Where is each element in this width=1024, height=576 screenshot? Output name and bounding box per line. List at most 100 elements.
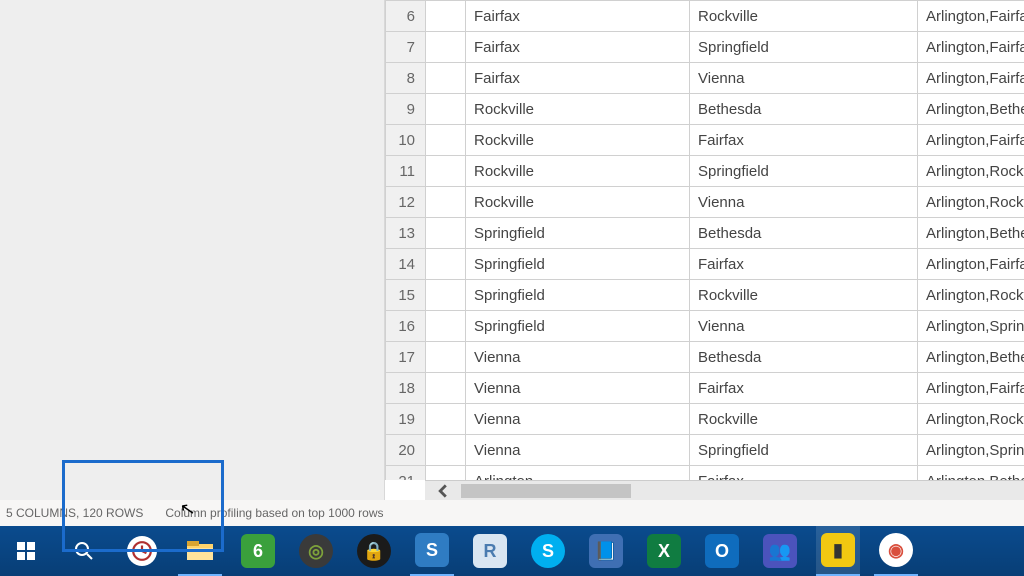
cell-col-a[interactable]: Vienna — [466, 373, 690, 404]
cell-col-c[interactable]: Arlington,Sprin — [918, 311, 1024, 342]
cell-col-c[interactable]: Arlington,Sprin — [918, 435, 1024, 466]
cell-col-a[interactable]: Rockville — [466, 187, 690, 218]
row-index[interactable]: 10 — [386, 125, 426, 156]
cell-col-c[interactable]: Arlington,Fairfa — [918, 1, 1024, 32]
table-row[interactable]: 10 RockvilleFairfaxArlington,Fairfa — [386, 125, 1024, 156]
cell-col-c[interactable]: Arlington,Bethe — [918, 94, 1024, 125]
row-index[interactable]: 6 — [386, 1, 426, 32]
cell-col-a[interactable]: Fairfax — [466, 1, 690, 32]
cell-col-b[interactable]: Rockville — [690, 404, 918, 435]
cell-gap[interactable] — [426, 32, 466, 63]
horizontal-scrollbar[interactable] — [425, 480, 1024, 500]
cell-col-a[interactable]: Vienna — [466, 342, 690, 373]
powerbi-icon[interactable]: ▮ — [816, 526, 860, 576]
cell-col-a[interactable]: Rockville — [466, 156, 690, 187]
cell-col-a[interactable]: Springfield — [466, 218, 690, 249]
file-explorer-icon[interactable] — [178, 526, 222, 576]
cell-col-b[interactable]: Springfield — [690, 435, 918, 466]
row-index[interactable]: 12 — [386, 187, 426, 218]
scroll-thumb[interactable] — [461, 484, 631, 498]
table-row[interactable]: 11 RockvilleSpringfieldArlington,Rockv — [386, 156, 1024, 187]
table-row[interactable]: 19 ViennaRockvilleArlington,Rockv — [386, 404, 1024, 435]
cell-col-c[interactable]: Arlington,Fairfa — [918, 125, 1024, 156]
cell-col-a[interactable]: Vienna — [466, 435, 690, 466]
cell-col-c[interactable]: Arlington,Rockv — [918, 156, 1024, 187]
table-row[interactable]: 13SpringfieldBethesdaArlington,Bethe — [386, 218, 1024, 249]
cell-gap[interactable] — [426, 373, 466, 404]
cell-col-a[interactable]: Fairfax — [466, 63, 690, 94]
cell-gap[interactable] — [426, 404, 466, 435]
row-index[interactable]: 16 — [386, 311, 426, 342]
excel-icon[interactable]: X — [642, 530, 686, 572]
cell-col-b[interactable]: Fairfax — [690, 125, 918, 156]
table-row[interactable]: 18 ViennaFairfaxArlington,Fairfa — [386, 373, 1024, 404]
cell-gap[interactable] — [426, 342, 466, 373]
cell-col-c[interactable]: Arlington,Bethe — [918, 342, 1024, 373]
cell-col-a[interactable]: Fairfax — [466, 32, 690, 63]
data-table[interactable]: 6FairfaxRockvilleArlington,Fairfa7Fairfa… — [385, 0, 1024, 480]
cell-col-b[interactable]: Vienna — [690, 311, 918, 342]
cell-gap[interactable] — [426, 94, 466, 125]
cell-col-c[interactable]: Arlington,Rockv — [918, 404, 1024, 435]
cell-col-b[interactable]: Fairfax — [690, 466, 918, 481]
cell-col-b[interactable]: Bethesda — [690, 218, 918, 249]
cell-gap[interactable] — [426, 63, 466, 94]
row-index[interactable]: 14 — [386, 249, 426, 280]
cell-gap[interactable] — [426, 466, 466, 481]
teams-icon[interactable]: 👥 — [758, 530, 802, 572]
cell-col-a[interactable]: Rockville — [466, 94, 690, 125]
cell-col-b[interactable]: Rockville — [690, 1, 918, 32]
cell-gap[interactable] — [426, 125, 466, 156]
table-row[interactable]: 17 ViennaBethesdaArlington,Bethe — [386, 342, 1024, 373]
chameleon-icon[interactable]: ◎ — [294, 530, 338, 572]
cell-gap[interactable] — [426, 1, 466, 32]
cell-col-c[interactable]: Arlington,Fairfa — [918, 373, 1024, 404]
table-row[interactable]: 8 FairfaxViennaArlington,Fairfa — [386, 63, 1024, 94]
cell-col-b[interactable]: Bethesda — [690, 342, 918, 373]
cell-col-b[interactable]: Vienna — [690, 63, 918, 94]
status-profiling[interactable]: Column profiling based on top 1000 rows — [165, 506, 383, 520]
row-index[interactable]: 9 — [386, 94, 426, 125]
table-row[interactable]: 6 FairfaxRockvilleArlington,Fairfa — [386, 1, 1024, 32]
outlook-icon[interactable]: O — [700, 530, 744, 572]
cell-col-c[interactable]: Arlington,Rockv — [918, 187, 1024, 218]
row-index[interactable]: 7 — [386, 32, 426, 63]
row-index[interactable]: 8 — [386, 63, 426, 94]
cell-col-a[interactable]: Springfield — [466, 249, 690, 280]
table-scroll[interactable]: 6FairfaxRockvilleArlington,Fairfa7Fairfa… — [385, 0, 1024, 480]
cell-col-a[interactable]: Arlington — [466, 466, 690, 481]
row-index[interactable]: 17 — [386, 342, 426, 373]
table-row[interactable]: 21 ArlingtonFairfaxArlington,Bethe — [386, 466, 1024, 481]
cell-col-b[interactable]: Springfield — [690, 156, 918, 187]
row-index[interactable]: 19 — [386, 404, 426, 435]
table-row[interactable]: 9RockvilleBethesdaArlington,Bethe — [386, 94, 1024, 125]
search-icon[interactable] — [62, 530, 106, 572]
table-row[interactable]: 16 SpringfieldViennaArlington,Sprin — [386, 311, 1024, 342]
notepad-icon[interactable]: 📘 — [584, 530, 628, 572]
chrome-icon[interactable]: ◉ — [874, 526, 918, 576]
cell-gap[interactable] — [426, 249, 466, 280]
cell-col-b[interactable]: Rockville — [690, 280, 918, 311]
row-index[interactable]: 20 — [386, 435, 426, 466]
cell-col-b[interactable]: Fairfax — [690, 373, 918, 404]
cell-gap[interactable] — [426, 311, 466, 342]
cell-col-a[interactable]: Springfield — [466, 280, 690, 311]
table-row[interactable]: 15SpringfieldRockvilleArlington,Rockv — [386, 280, 1024, 311]
cell-col-c[interactable]: Arlington,Fairfa — [918, 63, 1024, 94]
row-index[interactable]: 18 — [386, 373, 426, 404]
row-index[interactable]: 11 — [386, 156, 426, 187]
cell-col-c[interactable]: Arlington,Bethe — [918, 466, 1024, 481]
table-row[interactable]: 20 ViennaSpringfieldArlington,Sprin — [386, 435, 1024, 466]
cell-gap[interactable] — [426, 156, 466, 187]
cell-col-c[interactable]: Arlington,Fairfa — [918, 249, 1024, 280]
row-index[interactable]: 21 — [386, 466, 426, 481]
cell-col-c[interactable]: Arlington,Bethe — [918, 218, 1024, 249]
scroll-left-icon[interactable] — [425, 481, 461, 500]
skype-icon[interactable]: S — [526, 530, 570, 572]
cell-gap[interactable] — [426, 218, 466, 249]
clock-app-icon[interactable] — [120, 530, 164, 572]
cell-col-b[interactable]: Vienna — [690, 187, 918, 218]
cell-col-a[interactable]: Rockville — [466, 125, 690, 156]
cell-col-a[interactable]: Vienna — [466, 404, 690, 435]
cell-col-a[interactable]: Springfield — [466, 311, 690, 342]
